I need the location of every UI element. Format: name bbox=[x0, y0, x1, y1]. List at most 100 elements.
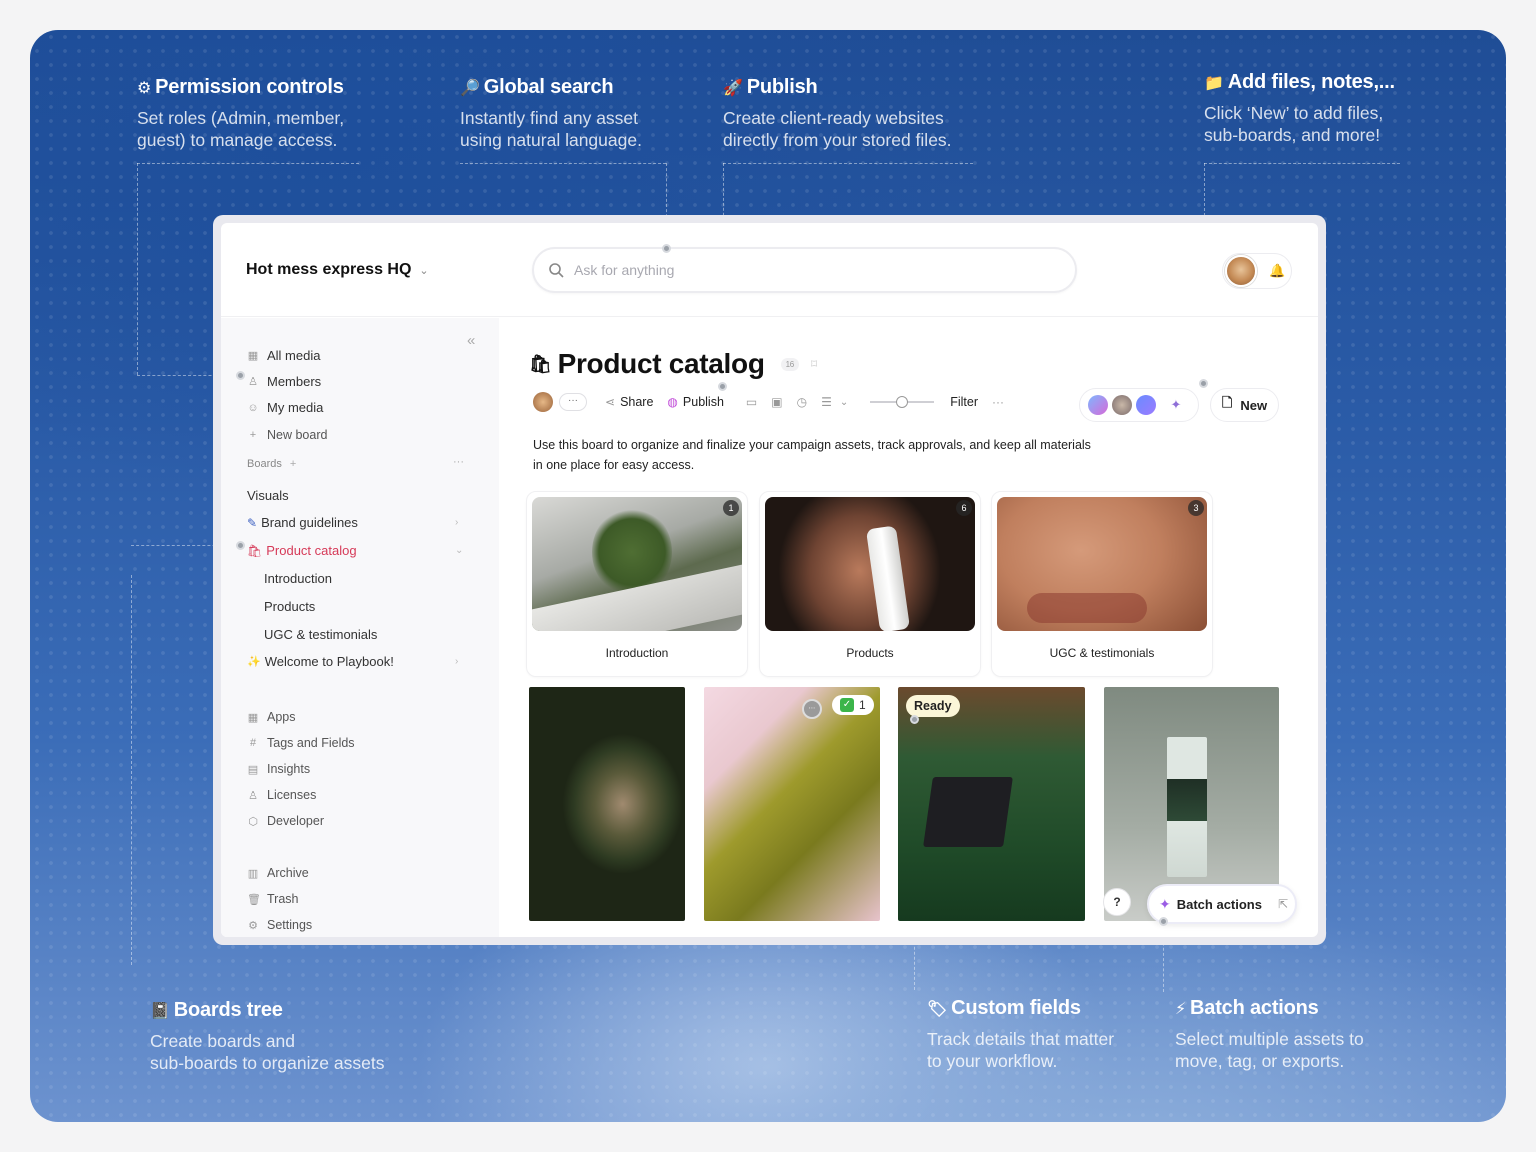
sidebar-item-trash[interactable]: 🗑 Trash bbox=[247, 892, 299, 906]
more-collaborators-button[interactable]: ··· bbox=[559, 393, 587, 411]
status-badge: Ready bbox=[906, 695, 960, 717]
chevron-down-icon[interactable]: ⌄ bbox=[840, 397, 848, 408]
connector-permission bbox=[137, 163, 359, 164]
sidebar-item-developer[interactable]: ⬡ Developer bbox=[247, 814, 324, 828]
chevron-down-icon: ⌄ bbox=[455, 545, 464, 556]
sidebar-item-new-board[interactable]: + New board bbox=[247, 428, 328, 442]
collapse-arrow-icon[interactable]: ⇱ bbox=[1278, 897, 1288, 911]
connector-dot bbox=[1159, 917, 1168, 926]
bell-icon[interactable]: 🔔 bbox=[1269, 263, 1285, 279]
filter-button[interactable]: Filter bbox=[950, 395, 978, 409]
sidebar-item-all-media[interactable]: ▦ All media bbox=[247, 348, 321, 363]
folder-view-icon[interactable]: ▭ bbox=[746, 395, 757, 409]
add-board-icon[interactable]: + bbox=[290, 458, 296, 470]
sparkles-icon: ✨ bbox=[247, 656, 261, 668]
tag-icon: 🏷 bbox=[927, 1000, 948, 1018]
subboard-card-products[interactable]: 6 Products bbox=[759, 491, 981, 677]
integrations-group[interactable]: ✦ bbox=[1079, 388, 1199, 422]
sidebar-item-tags[interactable]: # Tags and Fields bbox=[247, 736, 355, 750]
publish-button[interactable]: ◍ Publish bbox=[667, 395, 723, 409]
sidebar-board-product-catalog[interactable]: 🛍 Product catalog ⌄ bbox=[247, 543, 463, 558]
connector-dot bbox=[662, 244, 671, 253]
pen-icon: ✎ bbox=[247, 515, 258, 530]
thumbnail-size-slider[interactable] bbox=[870, 396, 935, 408]
chevron-right-icon: › bbox=[455, 517, 459, 528]
callout-permission: ⚙ Permission controls Set roles (Admin, m… bbox=[137, 76, 345, 150]
card-thumbnail bbox=[532, 497, 742, 631]
bookmark-icon[interactable]: ⌑ bbox=[811, 357, 817, 371]
workspace-switcher[interactable]: Hot mess express HQ ⌄ bbox=[246, 261, 429, 279]
search-input[interactable] bbox=[574, 262, 1024, 278]
card-count-badge: 3 bbox=[1188, 500, 1204, 516]
callout-fields: 🏷 Custom fields Track details that matter… bbox=[927, 997, 1115, 1071]
sidebar-item-members[interactable]: ♙ Members bbox=[247, 374, 321, 389]
share-button[interactable]: ⋖ Share bbox=[605, 395, 653, 409]
top-bar: Hot mess express HQ ⌄ 🔔 bbox=[221, 223, 1318, 317]
item-count-badge: 16 bbox=[780, 357, 799, 371]
new-button[interactable]: 🗋 New bbox=[1210, 388, 1279, 422]
collaborator-avatar[interactable] bbox=[533, 392, 553, 412]
sidebar-item-archive[interactable]: ▥ Archive bbox=[247, 866, 309, 880]
card-label: UGC & testimonials bbox=[1049, 646, 1155, 660]
asset-thumbnail[interactable]: Ready bbox=[898, 687, 1085, 921]
sidebar-item-my-media[interactable]: ☺ My media bbox=[247, 400, 323, 415]
more-options-icon[interactable]: ··· bbox=[992, 395, 1004, 409]
shopping-bag-icon: 🛍 bbox=[247, 543, 263, 558]
subboard-card-ugc[interactable]: 3 UGC & testimonials bbox=[991, 491, 1213, 677]
clock-icon[interactable]: ◷ bbox=[797, 395, 807, 409]
ai-sparkle-icon[interactable]: ✦ bbox=[1166, 395, 1186, 415]
plus-icon: + bbox=[249, 429, 257, 441]
help-button[interactable]: ? bbox=[1103, 888, 1131, 916]
batch-actions-button[interactable]: ✦ Batch actions ⇱ bbox=[1147, 884, 1297, 924]
sidebar-board-welcome[interactable]: ✨ Welcome to Playbook! › bbox=[247, 654, 458, 669]
sidebar: « ▦ All media ♙ Members ☺ My media + New boa… bbox=[221, 318, 499, 937]
connector-dot bbox=[718, 382, 727, 391]
app-icon[interactable] bbox=[1088, 395, 1108, 415]
list-icon[interactable]: ☰ bbox=[821, 395, 832, 409]
sidebar-item-settings[interactable]: ⚙ Settings bbox=[247, 918, 312, 932]
sidebar-item-insights[interactable]: ▤ Insights bbox=[247, 762, 310, 776]
sidebar-board-brand-guidelines[interactable]: ✎ Brand guidelines › bbox=[247, 515, 458, 530]
callout-title: Global search bbox=[483, 76, 614, 98]
app-icon[interactable] bbox=[1112, 395, 1132, 415]
app-icon[interactable] bbox=[1136, 395, 1156, 415]
connector-permission bbox=[137, 163, 138, 375]
chevron-down-icon: ⌄ bbox=[419, 265, 429, 277]
asset-thumbnail[interactable] bbox=[529, 687, 685, 921]
sidebar-item-apps[interactable]: ▦ Apps bbox=[247, 710, 296, 724]
sidebar-item-licenses[interactable]: ♙ Licenses bbox=[247, 788, 316, 802]
apps-icon: ▦ bbox=[247, 711, 259, 724]
layout-icon[interactable]: ▣ bbox=[771, 395, 782, 409]
callout-publish: 🚀 Publish Create client-ready websites dir… bbox=[723, 76, 952, 150]
connector-dot bbox=[910, 715, 919, 724]
folder-icon: 📁 bbox=[1204, 74, 1224, 92]
callout-search: 🔎 Global search Instantly find any asset u… bbox=[460, 76, 642, 150]
search-bar[interactable] bbox=[532, 247, 1077, 293]
callout-boards: 📓 Boards tree Create boards and sub-boards… bbox=[150, 999, 385, 1073]
grid-icon: ▦ bbox=[247, 350, 259, 362]
sidebar-subboard-products[interactable]: Products bbox=[264, 599, 315, 614]
boards-header: Boards + ··· bbox=[247, 456, 464, 470]
connector-add bbox=[1204, 163, 1400, 164]
board-description: Use this board to organize and finalize … bbox=[533, 438, 1091, 472]
search-icon bbox=[549, 263, 564, 278]
collapse-sidebar-icon[interactable]: « bbox=[467, 332, 475, 349]
asset-thumbnail[interactable]: ⋯ ✓ 1 bbox=[704, 687, 880, 921]
user-menu[interactable]: 🔔 bbox=[1222, 253, 1292, 289]
smile-icon: ☺ bbox=[247, 401, 259, 414]
sidebar-board-visuals[interactable]: Visuals bbox=[247, 488, 289, 503]
card-count-badge: 6 bbox=[956, 500, 972, 516]
subboard-card-introduction[interactable]: 1 Introduction bbox=[526, 491, 748, 677]
chevron-right-icon: › bbox=[455, 656, 459, 667]
slider-handle[interactable] bbox=[896, 396, 909, 408]
callout-title: Add files, notes,... bbox=[1227, 71, 1395, 93]
card-label: Products bbox=[846, 646, 894, 660]
shopping-bag-icon: 🛍 bbox=[529, 353, 552, 374]
avatar[interactable] bbox=[1225, 255, 1257, 287]
more-icon[interactable]: ··· bbox=[453, 456, 464, 468]
sidebar-subboard-introduction[interactable]: Introduction bbox=[264, 571, 332, 586]
approval-badge: ✓ 1 bbox=[832, 695, 874, 715]
gear-icon: ⚙ bbox=[137, 79, 152, 97]
sidebar-subboard-ugc[interactable]: UGC & testimonials bbox=[264, 627, 377, 642]
comment-icon[interactable]: ⋯ bbox=[802, 699, 822, 719]
